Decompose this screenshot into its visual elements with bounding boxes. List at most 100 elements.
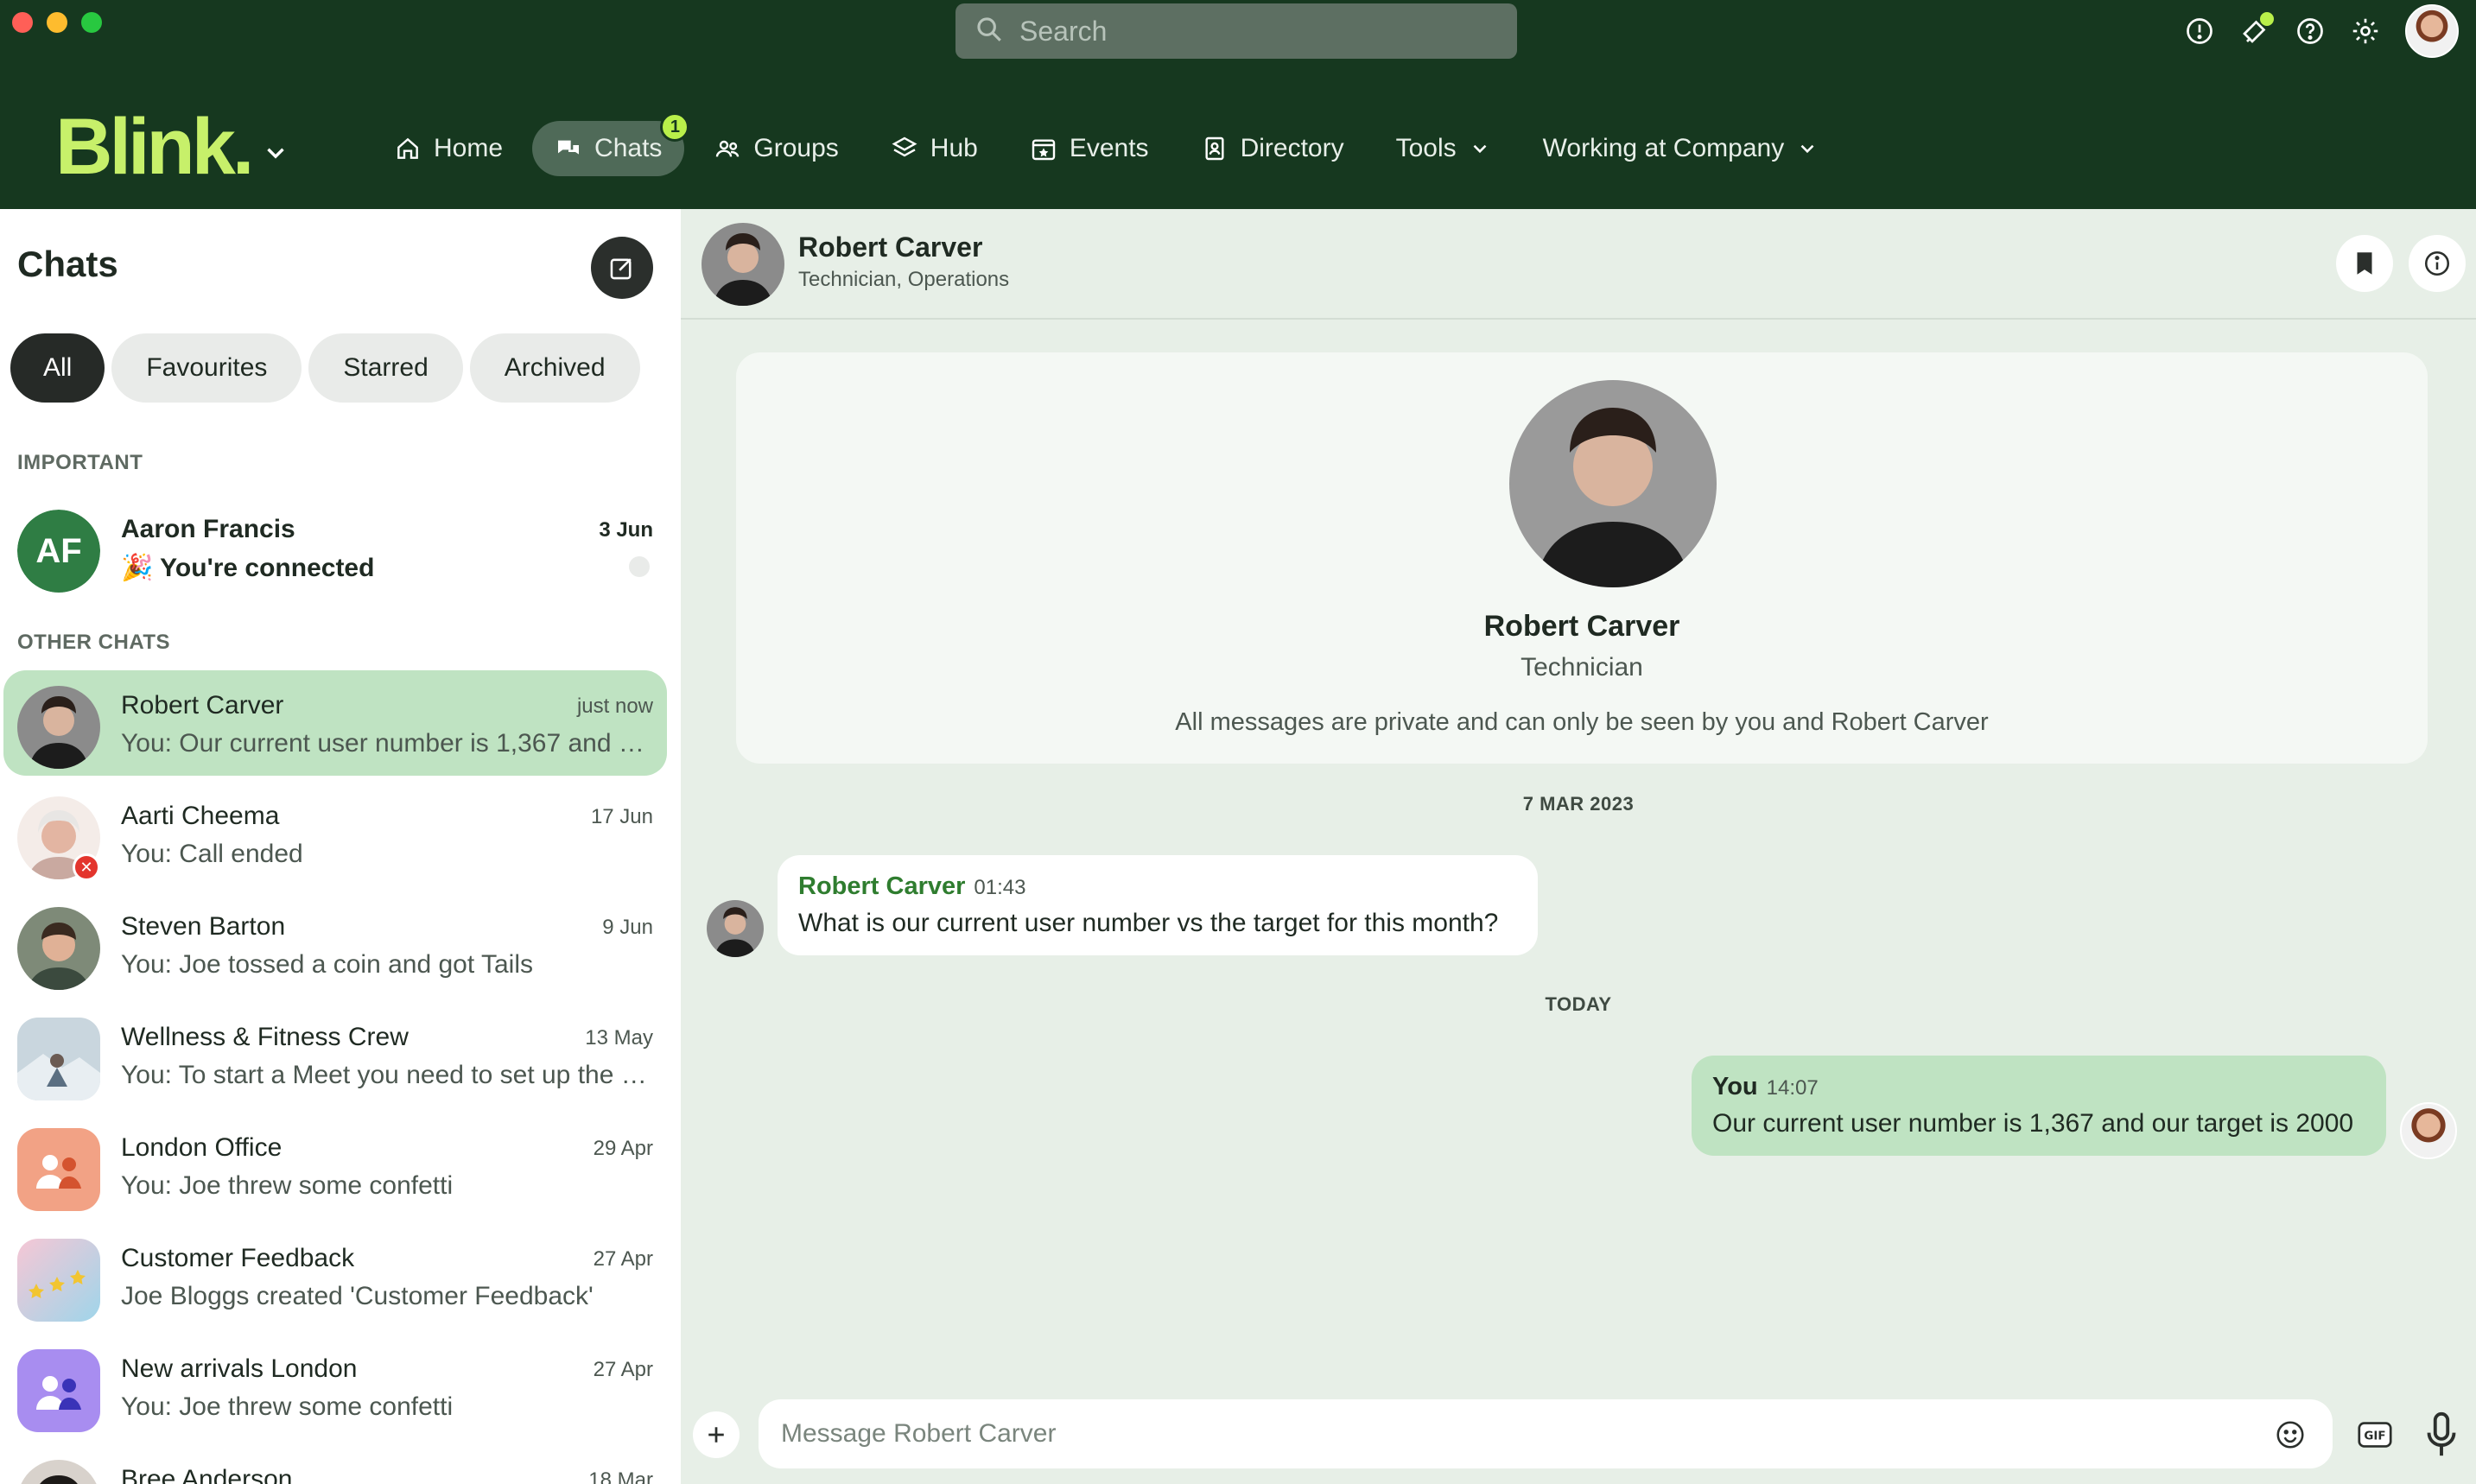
filter-archived[interactable]: Archived xyxy=(469,333,640,403)
chat-name: Robert Carver xyxy=(121,691,284,720)
message-sender: You xyxy=(1712,1073,1758,1100)
gear-icon[interactable] xyxy=(2350,16,2381,47)
chat-preview: You: To start a Meet you need to set up … xyxy=(121,1061,650,1089)
plus-icon xyxy=(708,1427,724,1443)
chevron-down-icon[interactable] xyxy=(261,138,290,168)
search-input[interactable] xyxy=(1019,15,1503,48)
chat-name: Wellness & Fitness Crew xyxy=(121,1023,409,1051)
chat-item-aaron-francis[interactable]: AF Aaron Francis 🎉 You're connected 3 Ju… xyxy=(3,494,667,599)
contact-profile-card: Robert Carver Technician All messages ar… xyxy=(736,352,2428,764)
nav-label: Directory xyxy=(1240,134,1344,162)
alert-icon[interactable] xyxy=(2184,16,2215,47)
new-chat-button[interactable] xyxy=(591,237,653,299)
chat-item-new-arrivals-london[interactable]: New arrivals London You: Joe threw some … xyxy=(3,1334,667,1439)
chat-item-wellness-fitness-crew[interactable]: Wellness & Fitness Crew You: To start a … xyxy=(3,1002,667,1107)
home-icon xyxy=(397,137,418,159)
nav-label: Home xyxy=(434,134,504,162)
date-separator: 7 MAR 2023 xyxy=(1522,793,1635,815)
message-composer: GIF xyxy=(681,1386,2476,1484)
conversation-pane: Robert Carver Technician, Operations Rob… xyxy=(681,209,2476,1484)
compose-icon xyxy=(610,258,632,280)
avatar: AF xyxy=(17,510,100,593)
chat-name: New arrivals London xyxy=(121,1354,358,1383)
chat-item-customer-feedback[interactable]: Customer Feedback Joe Bloggs created 'Cu… xyxy=(3,1223,667,1329)
nav-label: Hub xyxy=(930,134,978,162)
chat-time: 9 Jun xyxy=(602,916,653,939)
outgoing-message[interactable]: You 14:07 Our current user number is 1,36… xyxy=(1692,1056,2386,1156)
search-icon xyxy=(975,15,1004,48)
section-important: IMPORTANT xyxy=(17,451,143,474)
bookmark-button[interactable] xyxy=(2336,235,2393,292)
avatar xyxy=(17,686,100,769)
group-avatar xyxy=(17,1239,100,1322)
help-icon[interactable] xyxy=(2295,16,2326,47)
incoming-message[interactable]: Robert Carver 01:43 What is our current u… xyxy=(778,855,1538,955)
main-navbar: Blink. Home Chats 1 Groups Hub Events Di… xyxy=(0,62,2476,209)
window-minimize-button[interactable] xyxy=(47,12,67,33)
global-search[interactable] xyxy=(955,3,1517,59)
filter-favourites[interactable]: Favourites xyxy=(111,333,302,403)
window-zoom-button[interactable] xyxy=(81,12,102,33)
contact-book-icon xyxy=(1205,136,1224,161)
chat-preview: You: Joe tossed a coin and got Tails xyxy=(121,950,534,979)
chat-bubbles-icon xyxy=(558,140,580,155)
group-icon xyxy=(36,1155,81,1189)
chat-time: 29 Apr xyxy=(593,1137,653,1160)
nav-tools[interactable]: Tools xyxy=(1374,121,1514,176)
contact-name[interactable]: Robert Carver xyxy=(798,231,982,263)
chat-time: 17 Jun xyxy=(590,805,653,828)
chat-item-aarti-cheema[interactable]: ✕ Aarti Cheema You: Call ended 17 Jun xyxy=(3,781,667,886)
message-time: 14:07 xyxy=(1766,1076,1819,1100)
blink-logo[interactable]: Blink. xyxy=(55,107,254,187)
window-close-button[interactable] xyxy=(12,12,33,33)
attach-button[interactable] xyxy=(693,1411,740,1458)
message-sender: Robert Carver xyxy=(798,872,966,900)
chevron-down-icon xyxy=(1473,144,1487,154)
chat-item-robert-carver[interactable]: Robert Carver You: Our current user numb… xyxy=(3,670,667,776)
nav-label: Working at Company xyxy=(1542,134,1785,162)
emoji-icon[interactable] xyxy=(2274,1418,2307,1451)
avatar xyxy=(17,907,100,990)
calendar-star-icon xyxy=(1032,139,1056,161)
chevron-down-icon xyxy=(1800,144,1814,154)
gif-icon[interactable]: GIF xyxy=(2355,1415,2395,1455)
bookmark-icon xyxy=(2357,252,2372,275)
chat-name: Customer Feedback xyxy=(121,1244,355,1272)
chat-preview: Joe Bloggs created 'Customer Feedback' xyxy=(121,1282,594,1310)
chats-sidebar: Chats All Favourites Starred Archived IM… xyxy=(0,209,681,1484)
sender-avatar xyxy=(707,900,764,957)
nav-events[interactable]: Events xyxy=(1007,121,1171,176)
avatar xyxy=(17,1460,100,1484)
group-avatar xyxy=(17,1349,100,1432)
contact-avatar[interactable] xyxy=(702,223,784,306)
conversation-header: Robert Carver Technician, Operations xyxy=(681,209,2476,320)
groups-icon xyxy=(716,140,740,157)
info-button[interactable] xyxy=(2409,235,2466,292)
filter-starred[interactable]: Starred xyxy=(308,333,463,403)
notification-dot xyxy=(2260,12,2274,26)
nav-working-at-company[interactable]: Working at Company xyxy=(1521,121,1842,176)
nav-directory[interactable]: Directory xyxy=(1178,121,1367,176)
chat-time: 27 Apr xyxy=(593,1358,653,1381)
message-input[interactable] xyxy=(759,1399,2333,1468)
nav-chats[interactable]: Chats 1 xyxy=(532,112,690,176)
section-other-chats: OTHER CHATS xyxy=(17,631,171,654)
sidebar-title: Chats xyxy=(17,244,118,284)
unread-indicator xyxy=(629,556,650,577)
microphone-icon[interactable] xyxy=(2424,1410,2459,1460)
message-text: What is our current user number vs the t… xyxy=(798,909,1499,937)
chat-item-bree-anderson[interactable]: Bree Anderson 18 Mar xyxy=(3,1444,667,1484)
profile-role: Technician xyxy=(1521,653,1643,682)
nav-groups[interactable]: Groups xyxy=(691,121,860,176)
chat-item-steven-barton[interactable]: Steven Barton You: Joe tossed a coin and… xyxy=(3,891,667,997)
filter-all[interactable]: All xyxy=(10,333,105,403)
window-titlebar xyxy=(0,0,2476,62)
chat-name: London Office xyxy=(121,1133,283,1162)
megaphone-icon[interactable] xyxy=(2239,12,2274,47)
chat-item-london-office[interactable]: London Office You: Joe threw some confet… xyxy=(3,1113,667,1218)
user-avatar[interactable] xyxy=(2405,4,2459,58)
nav-home[interactable]: Home xyxy=(371,121,525,176)
chat-preview: You: Call ended xyxy=(121,840,303,868)
chat-name: Steven Barton xyxy=(121,912,286,941)
nav-hub[interactable]: Hub xyxy=(868,121,1000,176)
